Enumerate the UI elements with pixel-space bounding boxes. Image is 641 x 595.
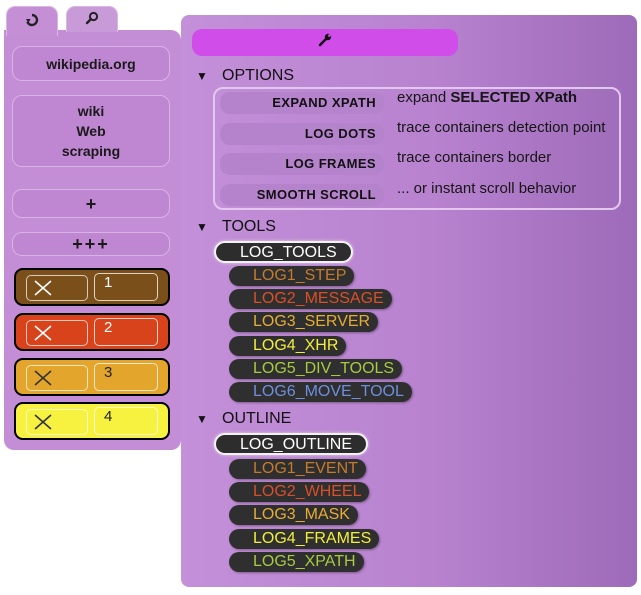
wiki-line-1: wiki bbox=[77, 103, 105, 119]
log-item-log4-xhr[interactable]: LOG4_XHR bbox=[229, 335, 347, 356]
slot-number-button[interactable]: 2 bbox=[94, 318, 158, 346]
slot-close-button[interactable] bbox=[26, 365, 88, 391]
options-section-header[interactable]: ▼ OPTIONS bbox=[196, 67, 294, 85]
expand-xpath-desc-prefix: expand bbox=[397, 89, 451, 106]
slot-close-button[interactable] bbox=[26, 409, 88, 435]
log-frames-label: LOG FRAMES bbox=[285, 156, 376, 171]
close-icon bbox=[34, 414, 52, 430]
recycle-icon bbox=[25, 13, 39, 30]
log-frames-button[interactable]: LOG FRAMES bbox=[220, 153, 384, 175]
slot-close-button[interactable] bbox=[26, 275, 88, 301]
log-outline-toggle[interactable]: LOG_OUTLINE bbox=[214, 433, 369, 455]
expand-xpath-label: EXPAND XPATH bbox=[272, 95, 376, 110]
log-item-log3-server[interactable]: LOG3_SERVER bbox=[229, 312, 379, 333]
close-icon bbox=[34, 370, 52, 386]
smooth-scroll-desc: ... or instant scroll behavior bbox=[397, 180, 577, 197]
log-dots-button[interactable]: LOG DOTS bbox=[220, 123, 384, 145]
outline-title: OUTLINE bbox=[222, 410, 292, 427]
log-dots-label: LOG DOTS bbox=[304, 126, 376, 141]
tools-section-header[interactable]: ▼ TOOLS bbox=[196, 218, 276, 236]
close-icon bbox=[34, 280, 52, 296]
slot-number-button[interactable]: 4 bbox=[94, 407, 158, 435]
log-outline-label: LOG_OUTLINE bbox=[240, 436, 353, 453]
expand-xpath-button[interactable]: EXPAND XPATH bbox=[220, 92, 384, 114]
slot-2: 2 bbox=[14, 313, 170, 351]
log-item-log3-mask[interactable]: LOG3_MASK bbox=[229, 505, 358, 526]
expand-triangle-icon: ▼ bbox=[196, 220, 208, 234]
slot-number-button[interactable]: 3 bbox=[94, 363, 158, 391]
log-item-log2-wheel[interactable]: LOG2_WHEEL bbox=[229, 482, 370, 503]
expand-triangle-icon: ▼ bbox=[196, 69, 208, 83]
magnifier-icon bbox=[85, 11, 99, 28]
slot-number-button[interactable]: 1 bbox=[94, 273, 158, 301]
add-label: + bbox=[85, 193, 97, 214]
tools-title: TOOLS bbox=[222, 218, 276, 235]
wiki-line-3: scraping bbox=[61, 143, 121, 159]
log-tools-toggle[interactable]: LOG_TOOLS bbox=[214, 241, 353, 263]
log-item-log2-message[interactable]: LOG2_MESSAGE bbox=[229, 289, 392, 310]
domain-label: wikipedia.org bbox=[46, 55, 136, 72]
expand-xpath-desc: expand SELECTED XPath bbox=[397, 89, 577, 106]
settings-toolbar[interactable] bbox=[192, 29, 458, 56]
add-button[interactable]: + bbox=[12, 189, 170, 218]
log-tools-label: LOG_TOOLS bbox=[240, 244, 337, 261]
options-title: OPTIONS bbox=[222, 67, 295, 84]
log-frames-desc: trace containers border bbox=[397, 149, 552, 166]
expand-xpath-desc-bold: SELECTED XPath bbox=[450, 89, 578, 106]
slot-3: 3 bbox=[14, 358, 170, 396]
tab-search[interactable] bbox=[66, 6, 118, 32]
slot-4: 4 bbox=[14, 402, 170, 440]
log-item-log1-step[interactable]: LOG1_STEP bbox=[229, 266, 355, 286]
smooth-scroll-button[interactable]: SMOOTH SCROLL bbox=[220, 184, 384, 206]
wiki-web-scraping-button[interactable]: wiki Web scraping bbox=[12, 95, 170, 167]
add-multiple-label: +++ bbox=[72, 234, 110, 254]
log-item-log4-frames[interactable]: LOG4_FRAMES bbox=[229, 528, 380, 549]
slot-1: 1 bbox=[14, 268, 170, 306]
domain-button[interactable]: wikipedia.org bbox=[12, 46, 170, 81]
add-multiple-button[interactable]: +++ bbox=[12, 232, 170, 256]
expand-triangle-icon: ▼ bbox=[196, 412, 208, 426]
log-item-log1-event[interactable]: LOG1_EVENT bbox=[229, 459, 366, 479]
wiki-line-2: Web bbox=[76, 123, 106, 139]
log-item-log5-xpath[interactable]: LOG5_XPATH bbox=[229, 551, 364, 572]
slot-close-button[interactable] bbox=[26, 320, 88, 346]
outline-section-header[interactable]: ▼ OUTLINE bbox=[196, 410, 291, 428]
smooth-scroll-label: SMOOTH SCROLL bbox=[256, 187, 376, 202]
close-icon bbox=[34, 325, 52, 341]
wrench-icon bbox=[317, 32, 333, 53]
tab-recycle[interactable] bbox=[6, 6, 58, 36]
log-item-log5-div-tools[interactable]: LOG5_DIV_TOOLS bbox=[229, 358, 403, 379]
log-item-log6-move-tool[interactable]: LOG6_MOVE_TOOL bbox=[229, 382, 412, 402]
log-dots-desc: trace containers detection point bbox=[397, 119, 606, 136]
